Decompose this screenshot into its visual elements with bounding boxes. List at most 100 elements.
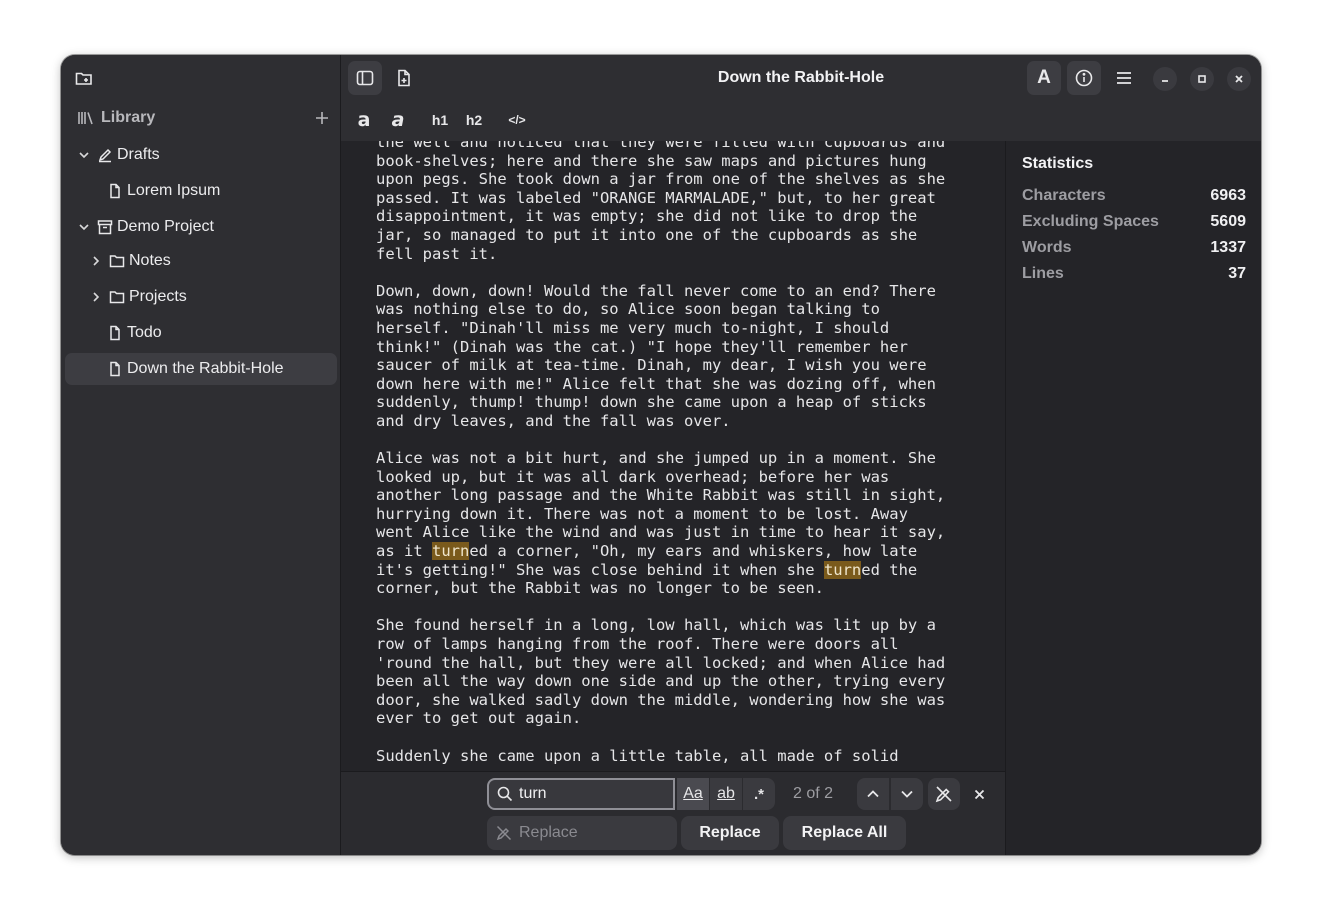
stat-label: Characters (1022, 187, 1106, 204)
editor-line[interactable]: been all the way down one side and up th… (376, 672, 986, 691)
chevron-down-icon[interactable] (77, 148, 91, 162)
whole-word-button[interactable]: ab (710, 778, 742, 810)
folder-icon (109, 255, 125, 268)
menu-icon[interactable] (1107, 61, 1141, 95)
previous-match-button[interactable] (857, 778, 889, 810)
sidebar-item-label: Projects (129, 288, 187, 305)
editor-line[interactable]: looked up, but it was all dark overhead;… (376, 468, 986, 487)
sidebar-item-drafts[interactable]: Drafts (77, 139, 327, 171)
sidebar-item-todo[interactable]: Todo (107, 317, 327, 349)
sidebar-item-label: Todo (127, 324, 162, 341)
edit-find-replace-icon (935, 786, 952, 803)
match-count: 2 of 2 (793, 785, 834, 802)
toggle-replace-button[interactable] (928, 778, 960, 810)
file-icon (110, 183, 120, 199)
regex-button[interactable]: .* (743, 778, 775, 810)
statistics-panel: Statistics Characters 6963 Excluding Spa… (1005, 141, 1261, 855)
editor-line[interactable] (376, 263, 986, 282)
editor-line[interactable]: jar, so managed to put it into one of th… (376, 226, 986, 245)
editor-line[interactable]: ever to get out again. (376, 709, 986, 728)
editor-line[interactable]: down here with me!" Alice felt that she … (376, 375, 986, 394)
app-window: Library Drafts Lorem Ipsum Demo Project … (61, 55, 1261, 855)
next-match-button[interactable] (891, 778, 923, 810)
library-label: Library (101, 109, 156, 126)
editor-line[interactable]: hurrying down it. There was not a moment… (376, 505, 986, 524)
chevron-down-icon[interactable] (77, 220, 91, 234)
editor-line[interactable]: upon pegs. She took down a jar from one … (376, 170, 986, 189)
chevron-right-icon[interactable] (89, 290, 103, 304)
editor-line[interactable]: 'round the hall, but they were all locke… (376, 654, 986, 673)
italic-button[interactable]: a (387, 107, 409, 133)
sidebar-item-label: Down the Rabbit-Hole (127, 360, 284, 377)
editor-line[interactable]: the well and noticed that they were fill… (376, 141, 986, 152)
sidebar-item-projects[interactable]: Projects (89, 281, 327, 313)
new-folder-icon[interactable] (71, 65, 97, 91)
stat-label: Words (1022, 239, 1072, 256)
replace-all-button[interactable]: Replace All (783, 816, 906, 850)
add-icon[interactable] (315, 111, 329, 125)
close-icon[interactable] (1227, 67, 1251, 91)
match-case-button[interactable]: Aa (677, 778, 709, 810)
stat-row-characters: Characters 6963 (1022, 183, 1246, 209)
sidebar-item-notes[interactable]: Notes (89, 245, 327, 277)
editor-line[interactable]: passed. It was labeled "ORANGE MARMALADE… (376, 189, 986, 208)
editor-text[interactable]: the well and noticed that they were fill… (376, 141, 986, 765)
replace-input[interactable] (519, 824, 659, 842)
chevron-up-icon (867, 790, 879, 798)
maximize-icon[interactable] (1190, 67, 1214, 91)
editor-line[interactable]: saucer of milk at tea-time. Dinah, my de… (376, 356, 986, 375)
editor-line[interactable]: She found herself in a long, low hall, w… (376, 616, 986, 635)
whole-word-label: ab (717, 785, 735, 802)
search-highlight: turn (823, 560, 862, 579)
heading2-button[interactable]: h2 (461, 107, 487, 133)
new-file-icon[interactable] (387, 61, 421, 95)
sidebar-item-lorem-ipsum[interactable]: Lorem Ipsum (107, 175, 327, 207)
editor-line[interactable]: book-shelves; here and there she saw map… (376, 152, 986, 171)
info-icon[interactable] (1067, 61, 1101, 95)
editor-line[interactable]: row of lamps hanging from the roof. Ther… (376, 635, 986, 654)
editor-line[interactable]: and dry leaves, and the fall was over. (376, 412, 986, 431)
editor-line[interactable]: disappointment, it was empty; she did no… (376, 207, 986, 226)
sidebar-item-demo-project[interactable]: Demo Project (77, 211, 327, 243)
editor-line[interactable]: Suddenly she came upon a little table, a… (376, 747, 986, 766)
heading1-button[interactable]: h1 (427, 107, 453, 133)
library-icon (77, 110, 95, 126)
editor-line[interactable]: fell past it. (376, 245, 986, 264)
editor-line[interactable]: door, she walked sadly down the middle, … (376, 691, 986, 710)
editor-line[interactable]: it's getting!" She was close behind it w… (376, 560, 986, 580)
code-button[interactable]: </> (504, 107, 530, 133)
sidebar-item-down-the-rabbit-hole[interactable]: Down the Rabbit-Hole (65, 353, 337, 385)
file-icon (110, 325, 120, 341)
search-input[interactable] (519, 785, 659, 803)
editor-line[interactable]: as it turned a corner, "Oh, my ears and … (376, 542, 986, 561)
editor-line[interactable]: Alice was not a bit hurt, and she jumped… (376, 449, 986, 468)
chevron-down-icon (901, 790, 913, 798)
library-row[interactable]: Library (77, 107, 329, 129)
editor[interactable]: the well and noticed that they were fill… (341, 141, 1005, 771)
sidebar: Library Drafts Lorem Ipsum Demo Project … (61, 55, 341, 855)
folder-icon (109, 291, 125, 304)
replace-button[interactable]: Replace (681, 816, 779, 850)
editor-line[interactable]: think!" (Dinah was the cat.) "I hope the… (376, 338, 986, 357)
sidebar-header (61, 55, 340, 101)
editor-line[interactable]: corner, but the Rabbit was no longer to … (376, 579, 986, 598)
editor-line[interactable]: was nothing else to do, so Alice soon be… (376, 300, 986, 319)
minimize-icon[interactable] (1153, 67, 1177, 91)
editor-line[interactable] (376, 728, 986, 747)
close-findbar-icon[interactable] (969, 784, 989, 804)
search-field[interactable] (487, 778, 675, 810)
toggle-sidebar-icon[interactable] (348, 61, 382, 95)
match-case-label: Aa (683, 785, 703, 802)
editor-line[interactable]: herself. "Dinah'll miss me very much to-… (376, 319, 986, 338)
editor-line[interactable]: Down, down, down! Would the fall never c… (376, 282, 986, 301)
bold-button[interactable]: a (353, 107, 375, 133)
editor-line[interactable]: another long passage and the White Rabbi… (376, 486, 986, 505)
replace-field[interactable] (487, 816, 677, 850)
editor-line[interactable] (376, 431, 986, 450)
editor-line[interactable]: went Alice like the wind and was just in… (376, 523, 986, 542)
font-style-icon[interactable]: A (1027, 61, 1061, 95)
chevron-right-icon[interactable] (89, 254, 103, 268)
editor-line[interactable]: suddenly, thump! thump! down she came up… (376, 393, 986, 412)
editor-line[interactable] (376, 598, 986, 617)
stat-label: Lines (1022, 265, 1064, 282)
